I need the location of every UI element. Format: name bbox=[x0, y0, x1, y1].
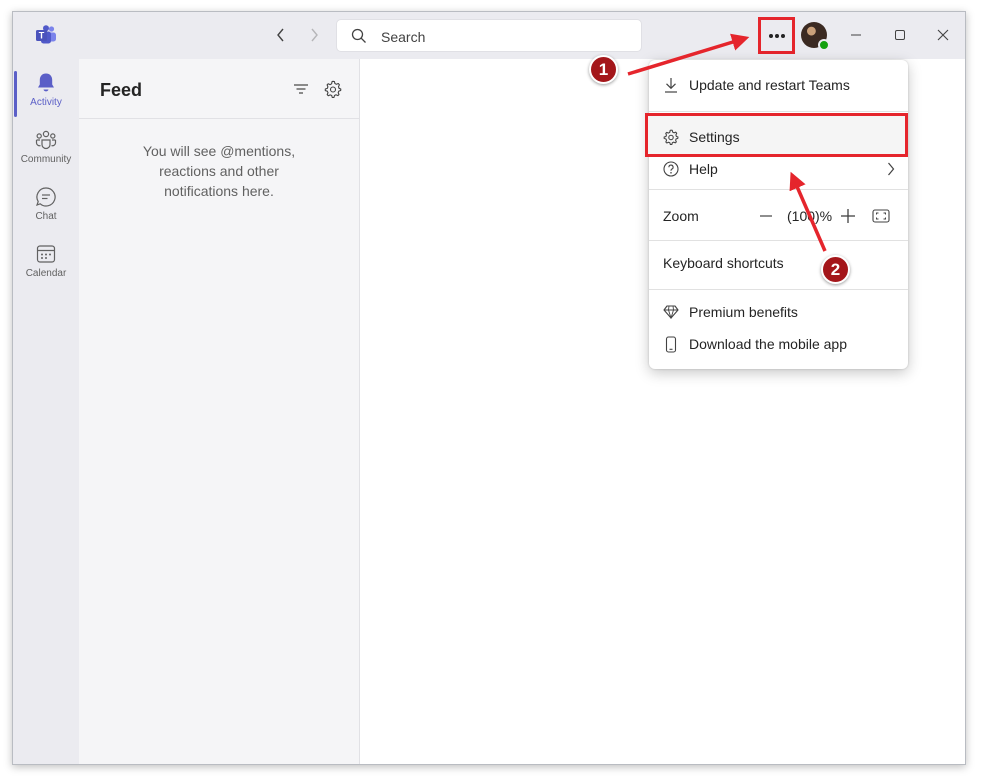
minimize-button[interactable] bbox=[846, 25, 866, 45]
rail-item-chat[interactable]: Chat bbox=[13, 181, 79, 236]
fit-screen-button[interactable] bbox=[871, 207, 891, 225]
menu-divider bbox=[649, 289, 908, 290]
step-badge-1: 1 bbox=[589, 55, 618, 84]
app-rail: Activity Community Chat Calendar bbox=[13, 59, 79, 764]
feed-settings-button[interactable] bbox=[323, 79, 343, 99]
menu-item-update[interactable]: Update and restart Teams bbox=[649, 70, 908, 100]
zoom-in-button[interactable] bbox=[839, 207, 857, 225]
feed-empty-line: notifications here. bbox=[164, 183, 274, 199]
zoom-level: (100)% bbox=[787, 208, 833, 224]
title-bar: T Search bbox=[13, 12, 965, 59]
active-indicator bbox=[14, 71, 17, 117]
search-placeholder: Search bbox=[381, 29, 426, 45]
search-input[interactable]: Search bbox=[336, 19, 642, 52]
menu-divider bbox=[649, 240, 908, 241]
svg-text:T: T bbox=[39, 31, 45, 41]
rail-item-activity[interactable]: Activity bbox=[13, 67, 79, 122]
menu-item-settings[interactable]: Settings bbox=[649, 122, 908, 152]
feed-title: Feed bbox=[100, 80, 143, 100]
more-horizontal-icon bbox=[768, 33, 785, 38]
minus-icon bbox=[760, 215, 772, 217]
menu-label-keyboard: Keyboard shortcuts bbox=[663, 255, 784, 271]
close-icon bbox=[937, 29, 949, 41]
gear-icon bbox=[663, 129, 679, 145]
filter-button[interactable] bbox=[291, 79, 311, 99]
fit-screen-icon bbox=[872, 209, 890, 223]
teams-window: T Search Activity Community Chat Calenda… bbox=[12, 11, 966, 765]
bell-icon bbox=[38, 73, 54, 92]
menu-divider bbox=[649, 111, 908, 112]
menu-item-zoom: Zoom (100)% bbox=[649, 201, 908, 231]
rail-label-community: Community bbox=[20, 154, 72, 165]
feed-empty-line: reactions and other bbox=[159, 163, 279, 179]
menu-label-premium: Premium benefits bbox=[689, 304, 798, 320]
menu-label-settings: Settings bbox=[689, 129, 740, 145]
chevron-right-icon bbox=[311, 28, 318, 42]
rail-label-calendar: Calendar bbox=[25, 268, 67, 279]
zoom-out-button[interactable] bbox=[757, 207, 775, 225]
mobile-phone-icon bbox=[663, 335, 679, 353]
help-icon bbox=[663, 161, 679, 177]
rail-item-community[interactable]: Community bbox=[13, 124, 79, 179]
teams-logo-icon: T bbox=[35, 25, 57, 45]
minimize-icon bbox=[851, 34, 861, 36]
more-options-menu: Update and restart Teams Settings Help Z… bbox=[645, 60, 908, 369]
menu-item-keyboard-shortcuts[interactable]: Keyboard shortcuts bbox=[649, 248, 908, 278]
maximize-button[interactable] bbox=[890, 25, 910, 45]
feed-panel: Feed You will see @mentions, reactions a… bbox=[79, 59, 360, 764]
avatar[interactable] bbox=[801, 22, 830, 51]
forward-button[interactable] bbox=[303, 24, 325, 46]
rail-label-activity: Activity bbox=[30, 97, 62, 108]
feed-empty-message: You will see @mentions, reactions and ot… bbox=[79, 141, 359, 201]
rail-label-chat: Chat bbox=[35, 211, 57, 222]
menu-label-download: Download the mobile app bbox=[689, 336, 847, 352]
filter-icon bbox=[294, 84, 308, 94]
menu-label-help: Help bbox=[689, 161, 718, 177]
chevron-right-icon bbox=[887, 162, 895, 181]
search-icon bbox=[351, 28, 366, 43]
more-options-button[interactable] bbox=[758, 17, 795, 54]
menu-label-update: Update and restart Teams bbox=[689, 77, 850, 93]
menu-item-premium[interactable]: Premium benefits bbox=[649, 297, 908, 327]
feed-header: Feed bbox=[79, 59, 359, 119]
menu-divider bbox=[649, 189, 908, 190]
plus-icon bbox=[841, 209, 855, 223]
menu-label-zoom: Zoom bbox=[663, 208, 699, 224]
step-badge-2: 2 bbox=[821, 255, 850, 284]
menu-item-download-app[interactable]: Download the mobile app bbox=[649, 329, 908, 359]
rail-item-calendar[interactable]: Calendar bbox=[13, 238, 79, 293]
gear-icon bbox=[324, 80, 342, 98]
community-icon bbox=[35, 130, 57, 150]
close-button[interactable] bbox=[933, 25, 953, 45]
back-button[interactable] bbox=[270, 24, 292, 46]
chevron-left-icon bbox=[277, 28, 284, 42]
menu-item-help[interactable]: Help bbox=[649, 154, 908, 184]
feed-empty-line: You will see @mentions, bbox=[142, 143, 296, 159]
diamond-icon bbox=[663, 304, 679, 320]
status-available-icon bbox=[818, 39, 830, 51]
calendar-icon bbox=[36, 245, 56, 263]
download-arrow-icon bbox=[663, 77, 679, 93]
maximize-icon bbox=[895, 30, 905, 40]
chat-icon bbox=[36, 187, 56, 207]
